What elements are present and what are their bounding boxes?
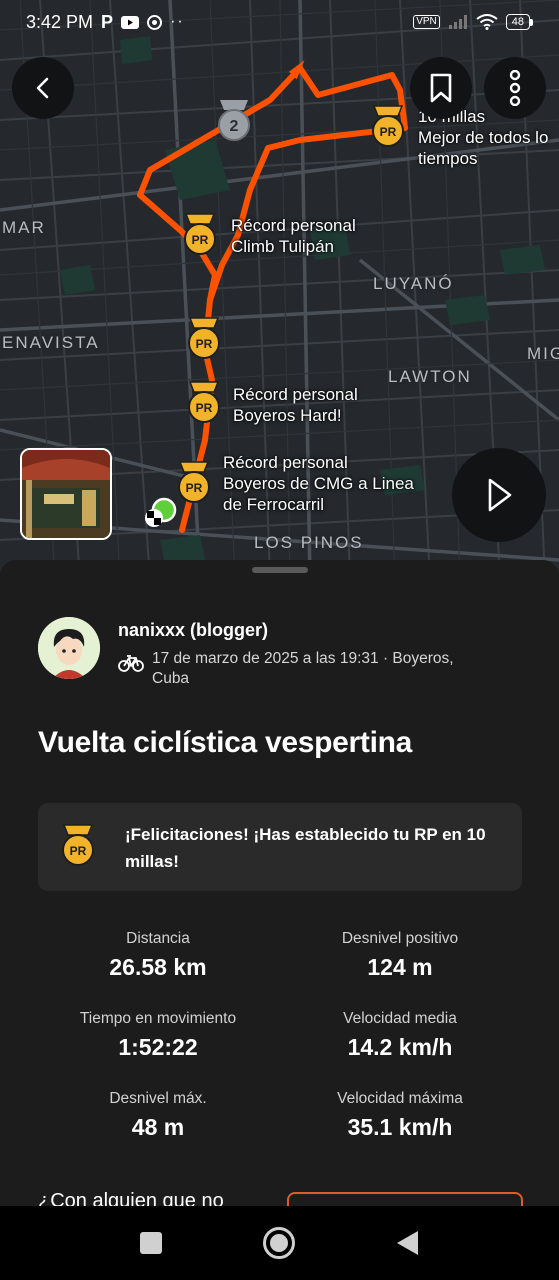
- home-button[interactable]: [262, 1226, 296, 1260]
- pr-medal-icon: PR: [188, 381, 220, 423]
- system-nav-bar: [0, 1206, 559, 1280]
- svg-text:PR: PR: [196, 337, 213, 351]
- pr-congrats-banner[interactable]: PR ¡Felicitaciones! ¡Has establecido tu …: [38, 803, 522, 891]
- battery-level: 48: [505, 14, 530, 30]
- bookmark-icon: [430, 73, 452, 103]
- stat-value: 14.2 km/h: [347, 1034, 453, 1060]
- pr-medal-icon: PR: [372, 105, 404, 147]
- map-label-enavista: ENAVISTA: [2, 333, 100, 352]
- stat-value: 48 m: [131, 1114, 185, 1140]
- play-icon: [488, 478, 512, 512]
- circle-icon: [263, 1227, 295, 1259]
- stat-label: Velocidad media: [343, 1010, 457, 1027]
- bike-icon: [118, 655, 144, 672]
- route-map[interactable]: MAR LUYANÓ ENAVISTA MIG LAWTON LOS PINOS…: [0, 0, 559, 580]
- svg-text:PR: PR: [186, 481, 203, 495]
- signal-icon: [448, 15, 467, 29]
- finish-flag-icon: [145, 509, 163, 527]
- pr-label-line: tiempos: [418, 149, 478, 168]
- pr-label-line: Boyeros Hard!: [233, 406, 342, 425]
- pr-congrats-text: ¡Felicitaciones! ¡Has establecido tu RP …: [125, 825, 486, 871]
- stat-label: Desnivel positivo: [341, 930, 459, 947]
- pr-label-line: de Ferrocarril: [223, 495, 325, 514]
- more-vertical-icon: [509, 70, 521, 106]
- pr-label-line: Récord personal: [223, 453, 348, 472]
- avatar[interactable]: [38, 617, 100, 679]
- pr-label-climb-tulipan: Récord personal Climb Tulipán: [231, 215, 356, 257]
- activity-details-sheet[interactable]: nanixxx (blogger) 17 de marzo de 2025 a …: [0, 560, 559, 1206]
- map-label-mig: MIG: [527, 344, 559, 363]
- vpn-badge: VPN: [413, 15, 440, 29]
- pr-medal-icon: PR: [62, 824, 94, 866]
- svg-text:PR: PR: [196, 401, 213, 415]
- map-label-luyano: LUYANÓ: [373, 274, 454, 293]
- sheet-grabber-handle[interactable]: [252, 567, 308, 573]
- athlete-avatar-image: [38, 617, 100, 679]
- pr-label-line: Récord personal: [233, 385, 358, 404]
- map-label-los-pinos: LOS PINOS: [254, 533, 364, 552]
- tag-others-prompt: ¿Con alguien que no: [38, 1190, 224, 1206]
- svg-text:PR: PR: [380, 125, 397, 139]
- second-place-medal-icon: 2: [218, 100, 250, 141]
- square-icon: [140, 1232, 162, 1254]
- add-others-button[interactable]: [287, 1192, 523, 1206]
- pr-medal-icon: PR: [184, 213, 216, 255]
- svg-text:2: 2: [230, 118, 239, 135]
- stat-label: Distancia: [126, 930, 190, 947]
- stat-value: 124 m: [367, 954, 433, 980]
- pr-label-boyeros-hard: Récord personal Boyeros Hard!: [233, 384, 358, 426]
- more-options-button[interactable]: [484, 57, 546, 119]
- pr-label-line: Boyeros de CMG a Linea: [223, 474, 414, 493]
- wifi-icon: [476, 14, 498, 30]
- more-dots-icon: ··: [170, 13, 185, 30]
- stat-avg-speed: Velocidad media 14.2 km/h: [280, 1010, 520, 1061]
- pr-medal-icon: PR: [178, 461, 210, 503]
- pr-label-line: Mejor de todos lo: [418, 128, 549, 147]
- stat-max-speed: Velocidad máxima 35.1 km/h: [280, 1090, 520, 1141]
- stat-label: Velocidad máxima: [337, 1090, 463, 1107]
- back-button[interactable]: [12, 57, 74, 119]
- pr-medal-icon: PR: [188, 317, 220, 359]
- activity-date-location: 17 de marzo de 2025 a las 19:31 · Boyero…: [152, 650, 454, 687]
- pr-label-line: Récord personal: [231, 216, 356, 235]
- chrome-icon: [147, 14, 163, 30]
- pr-label-line: Climb Tulipán: [231, 237, 334, 256]
- route-arrow: [288, 60, 305, 80]
- play-flyover-button[interactable]: [452, 448, 546, 542]
- triangle-back-icon: [397, 1231, 418, 1255]
- status-bar: 3:42 PM P ·· VPN 48: [0, 0, 559, 44]
- chevron-left-icon: [36, 77, 49, 99]
- stat-distance: Distancia 26.58 km: [38, 930, 278, 981]
- svg-text:PR: PR: [192, 233, 209, 247]
- athlete-name[interactable]: nanixxx (blogger): [118, 620, 268, 641]
- map-label-mar: MAR: [2, 218, 46, 237]
- activity-title: Vuelta ciclística vespertina: [38, 726, 413, 759]
- stat-elevation-gain: Desnivel positivo 124 m: [280, 930, 520, 981]
- youtube-icon: [121, 15, 140, 29]
- back-nav-button[interactable]: [390, 1226, 424, 1260]
- svg-text:PR: PR: [70, 844, 87, 858]
- stat-max-elevation: Desnivel máx. 48 m: [38, 1090, 278, 1141]
- activity-photo: [22, 450, 110, 538]
- stat-value: 35.1 km/h: [347, 1114, 453, 1140]
- map-label-lawton: LAWTON: [388, 367, 472, 386]
- stat-label: Tiempo en movimiento: [79, 1010, 237, 1027]
- stat-moving-time: Tiempo en movimiento 1:52:22: [38, 1010, 278, 1061]
- status-time: 3:42 PM: [26, 11, 94, 32]
- stat-label: Desnivel máx.: [109, 1090, 207, 1107]
- recents-button[interactable]: [134, 1226, 168, 1260]
- pr-label-boyeros-cmg: Récord personal Boyeros de CMG a Linea d…: [223, 452, 414, 515]
- stat-value: 1:52:22: [118, 1034, 198, 1060]
- bookmark-button[interactable]: [410, 57, 472, 119]
- stat-value: 26.58 km: [109, 954, 207, 980]
- parking-icon: P: [101, 11, 114, 32]
- battery-icon: 48: [505, 14, 533, 30]
- activity-photo-thumbnail[interactable]: [20, 448, 112, 540]
